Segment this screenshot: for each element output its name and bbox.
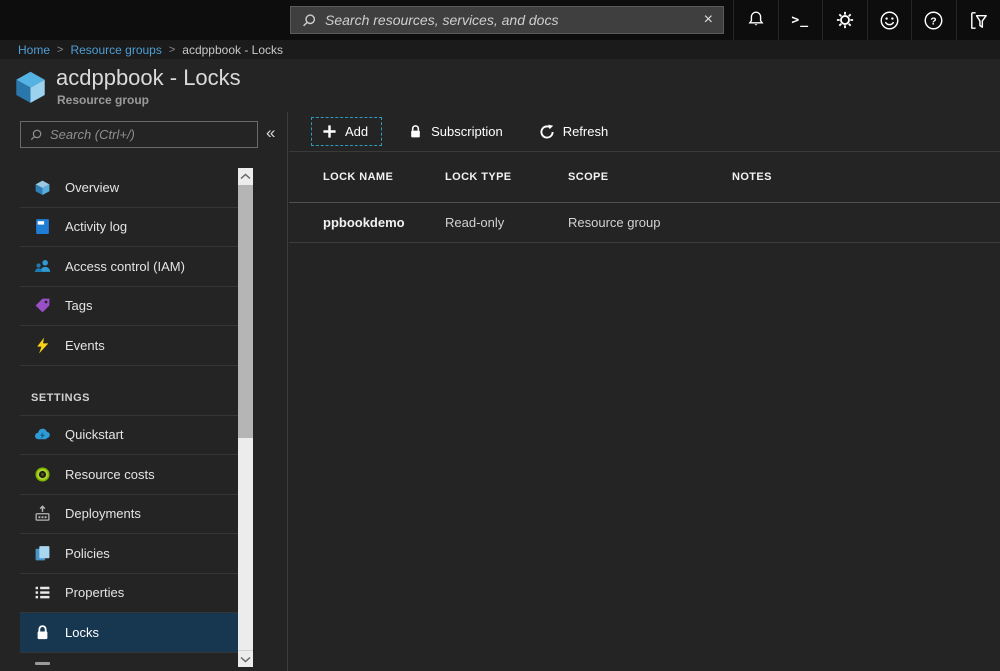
command-bar: Add Subscription Refresh	[289, 112, 1000, 152]
partial-icon	[35, 662, 50, 665]
refresh-icon	[539, 124, 555, 140]
page-subtitle: Resource group	[57, 93, 149, 107]
sidebar-item-quickstart[interactable]: Quickstart	[20, 416, 238, 456]
page-header: acdppbook - Locks Resource group	[0, 59, 1000, 112]
breadcrumb-resource-groups[interactable]: Resource groups	[70, 43, 161, 57]
sidebar-settings-header: SETTINGS	[20, 366, 238, 416]
page-title: acdppbook - Locks	[56, 65, 241, 91]
sidebar-item-events[interactable]: Events	[20, 326, 238, 366]
plus-icon	[322, 124, 337, 139]
smiley-icon	[878, 9, 901, 32]
lock-icon	[408, 124, 423, 139]
help-question-icon: ?	[922, 9, 945, 32]
sidebar-item-partial[interactable]	[20, 653, 238, 671]
svg-text:?: ?	[931, 15, 937, 27]
lock-icon	[34, 624, 51, 641]
access-control-people-icon	[34, 258, 51, 275]
sidebar-item-label: Access control (IAM)	[65, 259, 185, 274]
search-icon	[29, 128, 43, 142]
top-bar: × >_	[0, 0, 1000, 40]
scope-cell: Resource group	[568, 215, 732, 230]
sidebar-item-label: Policies	[65, 546, 110, 561]
refresh-button[interactable]: Refresh	[529, 117, 619, 147]
notifications-button[interactable]	[733, 0, 778, 40]
sidebar-item-policies[interactable]: Policies	[20, 534, 238, 574]
breadcrumb-separator: >	[169, 44, 175, 56]
locks-table-header: LOCK NAME LOCK TYPE SCOPE NOTES	[289, 152, 1000, 203]
breadcrumb: Home > Resource groups > acdppbook - Loc…	[0, 40, 1000, 59]
sidebar-item-label: Locks	[65, 625, 99, 640]
scrollbar-thumb[interactable]	[238, 185, 253, 438]
settings-button[interactable]	[822, 0, 867, 40]
resource-menu-sidebar: « Overview Activity log	[0, 112, 288, 671]
sidebar-menu: Overview Activity log Access control (IA…	[20, 168, 238, 671]
breadcrumb-home[interactable]: Home	[18, 43, 50, 57]
sidebar-search-box[interactable]	[20, 121, 258, 148]
activity-log-icon	[34, 218, 51, 235]
sidebar-item-label: Properties	[65, 585, 124, 600]
sidebar-collapse-icon[interactable]: «	[266, 124, 275, 141]
lock-name-cell: ppbookdemo	[323, 215, 445, 230]
column-header-lock-name: LOCK NAME	[323, 171, 445, 183]
resource-costs-icon	[34, 466, 51, 483]
directory-filter-icon	[967, 9, 990, 32]
azure-portal-window: × >_	[0, 0, 1000, 671]
quickstart-cloud-icon	[34, 426, 51, 443]
sidebar-item-tags[interactable]: Tags	[20, 287, 238, 327]
bell-icon	[745, 9, 767, 31]
cloud-shell-button[interactable]: >_	[778, 0, 823, 40]
add-button[interactable]: Add	[311, 117, 382, 146]
deployments-icon	[34, 505, 51, 522]
sidebar-item-resource-costs[interactable]: Resource costs	[20, 455, 238, 495]
column-header-notes: NOTES	[732, 171, 1000, 183]
subscription-button[interactable]: Subscription	[398, 117, 513, 146]
resource-group-cube-icon	[13, 69, 48, 104]
sidebar-item-label: Activity log	[65, 219, 127, 234]
help-button[interactable]: ?	[911, 0, 956, 40]
chevron-down-icon	[240, 656, 251, 663]
global-search-box[interactable]: ×	[290, 6, 724, 34]
locks-blade-content: Add Subscription Refresh LOCK NAME LOCK …	[289, 112, 1000, 671]
tag-icon	[34, 297, 51, 314]
lightning-bolt-icon	[34, 337, 51, 354]
sidebar-item-activity-log[interactable]: Activity log	[20, 208, 238, 248]
scroll-down-button[interactable]	[238, 650, 253, 667]
breadcrumb-current: acdppbook - Locks	[182, 43, 283, 57]
scroll-up-button[interactable]	[238, 168, 253, 185]
sidebar-search-input[interactable]	[50, 127, 249, 142]
chevron-up-icon	[240, 173, 251, 180]
sidebar-item-label: Resource costs	[65, 467, 155, 482]
sidebar-item-deployments[interactable]: Deployments	[20, 495, 238, 535]
topbar-icon-group: >_	[733, 0, 1000, 40]
sidebar-scrollbar[interactable]	[238, 168, 253, 667]
table-row[interactable]: ppbookdemo Read-only Resource group	[289, 203, 1000, 243]
sidebar-item-label: Events	[65, 338, 105, 353]
global-search-input[interactable]	[325, 12, 696, 28]
column-header-scope: SCOPE	[568, 171, 732, 183]
lock-type-cell: Read-only	[445, 215, 568, 230]
policies-icon	[34, 545, 51, 562]
sidebar-item-access-control[interactable]: Access control (IAM)	[20, 247, 238, 287]
directory-filter-button[interactable]	[956, 0, 1000, 40]
sidebar-item-label: Overview	[65, 180, 119, 195]
column-header-lock-type: LOCK TYPE	[445, 171, 568, 183]
overview-cube-icon	[34, 179, 51, 196]
sidebar-item-label: Quickstart	[65, 427, 124, 442]
sidebar-item-properties[interactable]: Properties	[20, 574, 238, 614]
search-clear-icon[interactable]: ×	[696, 12, 713, 28]
breadcrumb-separator: >	[57, 44, 63, 56]
properties-list-icon	[34, 584, 51, 601]
gear-icon	[834, 9, 856, 31]
sidebar-item-label: Tags	[65, 298, 92, 313]
sidebar-item-overview[interactable]: Overview	[20, 168, 238, 208]
cloud-shell-icon: >_	[791, 13, 809, 28]
search-icon	[301, 12, 317, 29]
sidebar-item-locks[interactable]: Locks	[20, 613, 238, 653]
feedback-button[interactable]	[867, 0, 912, 40]
sidebar-item-label: Deployments	[65, 506, 141, 521]
